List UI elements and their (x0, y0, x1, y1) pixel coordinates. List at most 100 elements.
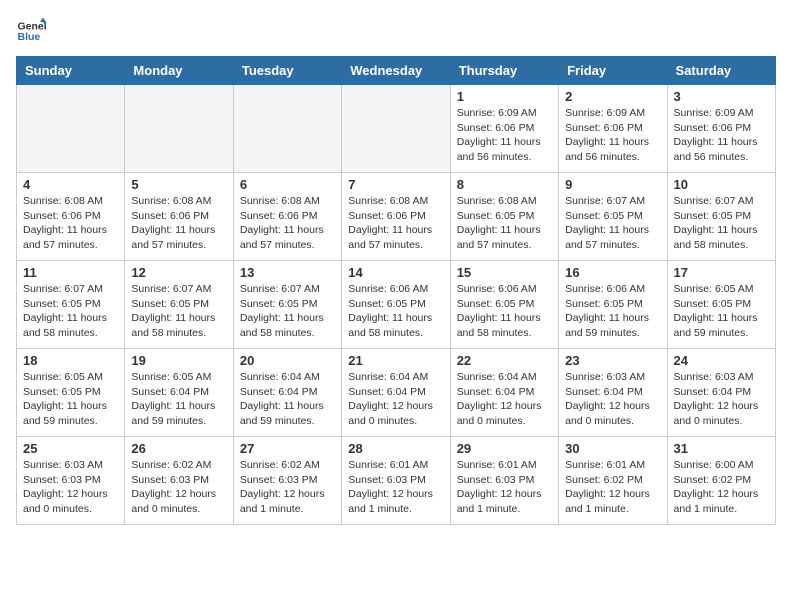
day-number: 22 (457, 353, 552, 368)
page-header: General Blue (16, 16, 776, 46)
day-info: Sunrise: 6:09 AM Sunset: 6:06 PM Dayligh… (457, 106, 552, 165)
calendar-cell: 11Sunrise: 6:07 AM Sunset: 6:05 PM Dayli… (17, 261, 125, 349)
calendar-cell (125, 85, 233, 173)
calendar-cell: 16 Sunrise: 6:06 AM Sunset: 6:05 PM Dayli… (559, 261, 667, 349)
weekday-thursday: Thursday (450, 57, 558, 85)
calendar-cell: 6 Sunrise: 6:08 AM Sunset: 6:06 PM Daylig… (233, 173, 341, 261)
day-info: Sunrise: 6:07 AM Sunset: 6:05 PM Dayligh… (131, 282, 226, 341)
day-info: Sunrise: 6:04 AM Sunset: 6:04 PM Dayligh… (457, 370, 552, 429)
calendar-cell: 1 Sunrise: 6:09 AM Sunset: 6:06 PM Daylig… (450, 85, 558, 173)
calendar-cell (17, 85, 125, 173)
day-number: 13 (240, 265, 335, 280)
day-number: 28 (348, 441, 443, 456)
day-number: 24 (674, 353, 769, 368)
weekday-wednesday: Wednesday (342, 57, 450, 85)
calendar-cell: 23 Sunrise: 6:03 AM Sunset: 6:04 PM Dayli… (559, 349, 667, 437)
calendar-body: 1 Sunrise: 6:09 AM Sunset: 6:06 PM Daylig… (17, 85, 776, 525)
day-info: Sunrise: 6:02 AM Sunset: 6:03 PM Dayligh… (240, 458, 335, 517)
day-info: Sunrise: 6:05 AM Sunset: 6:05 PM Dayligh… (23, 370, 118, 429)
calendar-cell: 29 Sunrise: 6:01 AM Sunset: 6:03 PM Dayli… (450, 437, 558, 525)
day-info: Sunrise: 6:06 AM Sunset: 6:05 PM Dayligh… (565, 282, 660, 341)
calendar-cell: 26 Sunrise: 6:02 AM Sunset: 6:03 PM Dayli… (125, 437, 233, 525)
day-info: Sunrise: 6:03 AM Sunset: 6:04 PM Dayligh… (674, 370, 769, 429)
weekday-monday: Monday (125, 57, 233, 85)
calendar-week-2: 4 Sunrise: 6:08 AM Sunset: 6:06 PM Daylig… (17, 173, 776, 261)
day-number: 5 (131, 177, 226, 192)
day-number: 12 (131, 265, 226, 280)
calendar-cell: 7Sunrise: 6:08 AM Sunset: 6:06 PM Daylig… (342, 173, 450, 261)
day-number: 20 (240, 353, 335, 368)
weekday-saturday: Saturday (667, 57, 775, 85)
weekday-header-row: SundayMondayTuesdayWednesdayThursdayFrid… (17, 57, 776, 85)
calendar-cell: 15 Sunrise: 6:06 AM Sunset: 6:05 PM Dayli… (450, 261, 558, 349)
calendar-cell: 22 Sunrise: 6:04 AM Sunset: 6:04 PM Dayli… (450, 349, 558, 437)
day-info: Sunrise: 6:06 AM Sunset: 6:05 PM Dayligh… (348, 282, 443, 341)
weekday-friday: Friday (559, 57, 667, 85)
calendar-week-4: 18Sunrise: 6:05 AM Sunset: 6:05 PM Dayli… (17, 349, 776, 437)
day-info: Sunrise: 6:07 AM Sunset: 6:05 PM Dayligh… (674, 194, 769, 253)
calendar-cell: 4 Sunrise: 6:08 AM Sunset: 6:06 PM Daylig… (17, 173, 125, 261)
calendar-cell: 21Sunrise: 6:04 AM Sunset: 6:04 PM Dayli… (342, 349, 450, 437)
calendar-table: SundayMondayTuesdayWednesdayThursdayFrid… (16, 56, 776, 525)
day-info: Sunrise: 6:08 AM Sunset: 6:06 PM Dayligh… (131, 194, 226, 253)
day-info: Sunrise: 6:02 AM Sunset: 6:03 PM Dayligh… (131, 458, 226, 517)
day-number: 26 (131, 441, 226, 456)
calendar-cell: 3 Sunrise: 6:09 AM Sunset: 6:06 PM Daylig… (667, 85, 775, 173)
calendar-cell: 20 Sunrise: 6:04 AM Sunset: 6:04 PM Dayli… (233, 349, 341, 437)
day-number: 6 (240, 177, 335, 192)
day-info: Sunrise: 6:03 AM Sunset: 6:04 PM Dayligh… (565, 370, 660, 429)
calendar-cell: 2Sunrise: 6:09 AM Sunset: 6:06 PM Daylig… (559, 85, 667, 173)
day-info: Sunrise: 6:04 AM Sunset: 6:04 PM Dayligh… (240, 370, 335, 429)
day-info: Sunrise: 6:08 AM Sunset: 6:06 PM Dayligh… (348, 194, 443, 253)
logo-icon: General Blue (16, 16, 46, 46)
day-info: Sunrise: 6:01 AM Sunset: 6:03 PM Dayligh… (457, 458, 552, 517)
weekday-sunday: Sunday (17, 57, 125, 85)
day-number: 31 (674, 441, 769, 456)
day-number: 2 (565, 89, 660, 104)
day-info: Sunrise: 6:07 AM Sunset: 6:05 PM Dayligh… (240, 282, 335, 341)
day-info: Sunrise: 6:08 AM Sunset: 6:06 PM Dayligh… (240, 194, 335, 253)
day-info: Sunrise: 6:08 AM Sunset: 6:05 PM Dayligh… (457, 194, 552, 253)
calendar-week-5: 25Sunrise: 6:03 AM Sunset: 6:03 PM Dayli… (17, 437, 776, 525)
day-number: 9 (565, 177, 660, 192)
calendar-cell: 9 Sunrise: 6:07 AM Sunset: 6:05 PM Daylig… (559, 173, 667, 261)
day-number: 23 (565, 353, 660, 368)
day-info: Sunrise: 6:05 AM Sunset: 6:04 PM Dayligh… (131, 370, 226, 429)
day-info: Sunrise: 6:07 AM Sunset: 6:05 PM Dayligh… (565, 194, 660, 253)
day-number: 1 (457, 89, 552, 104)
calendar-cell: 19Sunrise: 6:05 AM Sunset: 6:04 PM Dayli… (125, 349, 233, 437)
calendar-cell: 25Sunrise: 6:03 AM Sunset: 6:03 PM Dayli… (17, 437, 125, 525)
day-number: 29 (457, 441, 552, 456)
calendar-cell: 5 Sunrise: 6:08 AM Sunset: 6:06 PM Daylig… (125, 173, 233, 261)
calendar-cell: 30 Sunrise: 6:01 AM Sunset: 6:02 PM Dayli… (559, 437, 667, 525)
day-info: Sunrise: 6:01 AM Sunset: 6:02 PM Dayligh… (565, 458, 660, 517)
svg-text:Blue: Blue (18, 31, 41, 43)
day-info: Sunrise: 6:01 AM Sunset: 6:03 PM Dayligh… (348, 458, 443, 517)
calendar-cell: 8 Sunrise: 6:08 AM Sunset: 6:05 PM Daylig… (450, 173, 558, 261)
day-info: Sunrise: 6:00 AM Sunset: 6:02 PM Dayligh… (674, 458, 769, 517)
day-number: 8 (457, 177, 552, 192)
day-info: Sunrise: 6:05 AM Sunset: 6:05 PM Dayligh… (674, 282, 769, 341)
day-number: 4 (23, 177, 118, 192)
day-number: 17 (674, 265, 769, 280)
calendar-cell: 12 Sunrise: 6:07 AM Sunset: 6:05 PM Dayli… (125, 261, 233, 349)
day-number: 15 (457, 265, 552, 280)
day-info: Sunrise: 6:09 AM Sunset: 6:06 PM Dayligh… (674, 106, 769, 165)
day-number: 16 (565, 265, 660, 280)
day-info: Sunrise: 6:08 AM Sunset: 6:06 PM Dayligh… (23, 194, 118, 253)
day-number: 14 (348, 265, 443, 280)
calendar-cell: 31 Sunrise: 6:00 AM Sunset: 6:02 PM Dayli… (667, 437, 775, 525)
calendar-cell: 27 Sunrise: 6:02 AM Sunset: 6:03 PM Dayli… (233, 437, 341, 525)
calendar-cell: 18Sunrise: 6:05 AM Sunset: 6:05 PM Dayli… (17, 349, 125, 437)
day-info: Sunrise: 6:03 AM Sunset: 6:03 PM Dayligh… (23, 458, 118, 517)
weekday-tuesday: Tuesday (233, 57, 341, 85)
logo: General Blue (16, 16, 50, 46)
calendar-cell (233, 85, 341, 173)
day-number: 30 (565, 441, 660, 456)
day-info: Sunrise: 6:04 AM Sunset: 6:04 PM Dayligh… (348, 370, 443, 429)
calendar-cell: 17 Sunrise: 6:05 AM Sunset: 6:05 PM Dayli… (667, 261, 775, 349)
day-number: 3 (674, 89, 769, 104)
day-info: Sunrise: 6:06 AM Sunset: 6:05 PM Dayligh… (457, 282, 552, 341)
calendar-cell: 24 Sunrise: 6:03 AM Sunset: 6:04 PM Dayli… (667, 349, 775, 437)
day-number: 27 (240, 441, 335, 456)
